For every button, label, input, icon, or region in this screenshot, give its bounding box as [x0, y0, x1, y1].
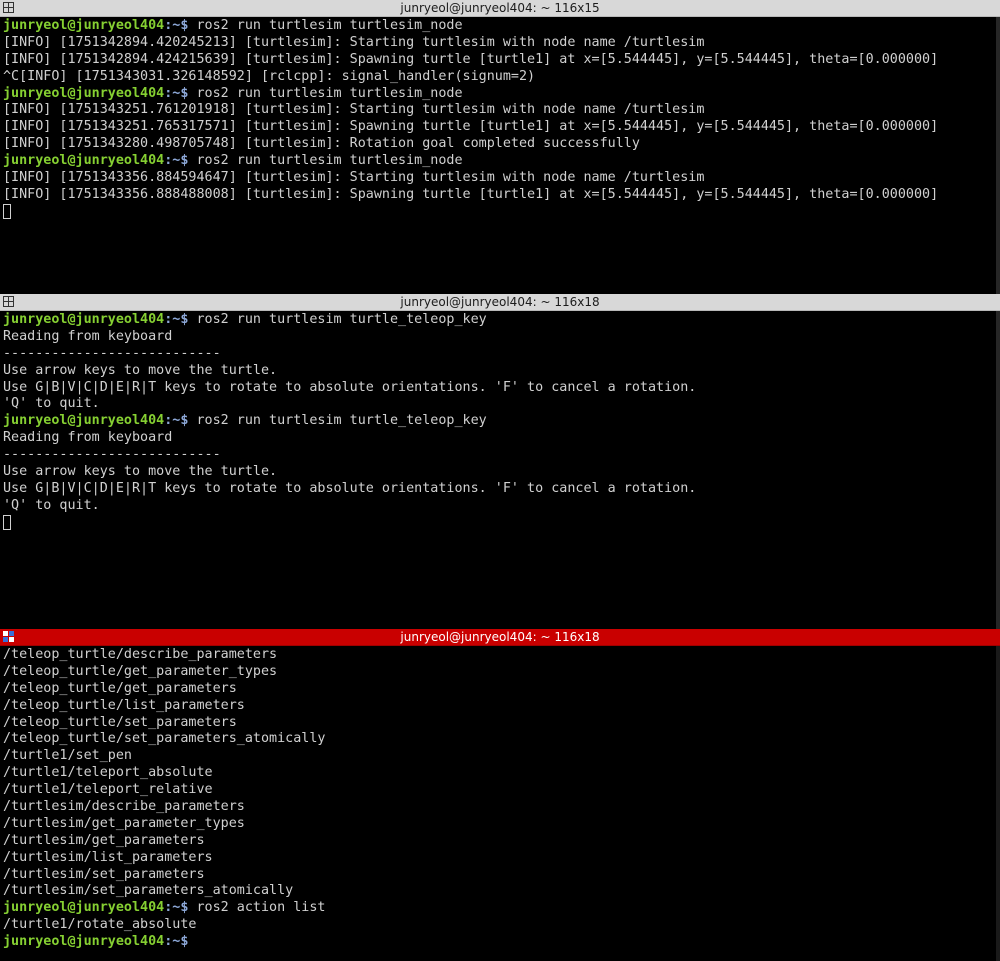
terminal-pane-bottom-active[interactable]: junryeol@junryeol404: ~ 116x18 /teleop_t…: [0, 629, 1000, 961]
output-line: 'Q' to quit.: [3, 396, 100, 412]
command-text: ros2 run turtlesim turtle_teleop_key: [188, 413, 487, 429]
terminal-cursor-line: [3, 514, 1000, 532]
terminal-output[interactable]: junryeol@junryeol404:~$ ros2 run turtles…: [0, 17, 1000, 221]
output-line: /turtle1/teleport_relative: [3, 782, 213, 798]
command-line: junryeol@junryeol404:~$ ros2 run turtles…: [3, 18, 1000, 35]
output-line: /turtlesim/describe_parameters: [3, 799, 245, 815]
output-line: ---------------------------: [3, 447, 221, 463]
output-line: Use arrow keys to move the turtle.: [3, 464, 278, 480]
output-line: /turtle1/teleport_absolute: [3, 765, 213, 781]
command-text: ros2 run turtlesim turtlesim_node: [188, 153, 463, 169]
output-line: /teleop_turtle/describe_parameters: [3, 647, 278, 662]
output-line: /turtle1/set_pen: [3, 748, 132, 764]
terminal-pane-middle[interactable]: junryeol@junryeol404: ~ 116x18 junryeol@…: [0, 294, 1000, 629]
prompt-user: junryeol@junryeol404: [3, 900, 165, 916]
command-line: junryeol@junryeol404:~$ ros2 run turtles…: [3, 86, 1000, 103]
output-line: /teleop_turtle/get_parameter_types: [3, 663, 278, 679]
prompt-user: junryeol@junryeol404: [3, 312, 165, 327]
output-line: ---------------------------: [3, 345, 221, 361]
output-line: Reading from keyboard: [3, 430, 173, 446]
output-line: [INFO] [1751343280.498705748] [turtlesim…: [3, 136, 640, 152]
prompt-path: :~$: [164, 18, 189, 33]
command-text: ros2 run turtlesim turtlesim_node: [188, 85, 463, 101]
prompt-path: :~$: [164, 312, 189, 327]
pane-titlebar[interactable]: junryeol@junryeol404: ~ 116x15: [0, 0, 1000, 17]
output-line: [INFO] [1751343251.761201918] [turtlesim…: [3, 102, 705, 118]
command-line: junryeol@junryeol404:~$ ros2 action list: [3, 900, 1000, 917]
text-cursor: [3, 514, 11, 530]
prompt-user: junryeol@junryeol404: [3, 85, 165, 101]
output-line: 'Q' to quit.: [3, 497, 100, 513]
terminal-cursor-line: [3, 203, 1000, 221]
prompt-user: junryeol@junryeol404: [3, 18, 165, 33]
prompt-path: :~$: [164, 85, 189, 101]
pane-title: junryeol@junryeol404: ~ 116x18: [400, 630, 600, 644]
command-text: ros2 run turtlesim turtlesim_node: [188, 18, 463, 33]
command-text: ros2 action list: [188, 900, 326, 916]
scrollbar[interactable]: [996, 646, 1000, 961]
output-line: [INFO] [1751343356.888488008] [turtlesim…: [3, 186, 939, 202]
output-line: /teleop_turtle/set_parameters: [3, 714, 237, 730]
pane-title: junryeol@junryeol404: ~ 116x15: [400, 1, 600, 15]
output-line: /teleop_turtle/get_parameters: [3, 680, 237, 696]
output-line: /teleop_turtle/set_parameters_atomically: [3, 731, 326, 747]
output-line: Use G|B|V|C|D|E|R|T keys to rotate to ab…: [3, 379, 697, 395]
split-pane-icon[interactable]: [3, 2, 14, 13]
scrollbar[interactable]: [996, 311, 1000, 629]
pane-titlebar-active[interactable]: junryeol@junryeol404: ~ 116x18: [0, 629, 1000, 646]
prompt-user: junryeol@junryeol404: [3, 413, 165, 429]
output-line: [INFO] [1751342894.420245213] [turtlesim…: [3, 34, 705, 50]
output-line: ^C[INFO] [1751343031.326148592] [rclcpp]…: [3, 68, 536, 84]
command-line: junryeol@junryeol404:~$: [3, 934, 1000, 951]
terminal-output[interactable]: junryeol@junryeol404:~$ ros2 run turtles…: [0, 311, 1000, 532]
output-line: Use G|B|V|C|D|E|R|T keys to rotate to ab…: [3, 480, 697, 496]
command-line: junryeol@junryeol404:~$ ros2 run turtles…: [3, 153, 1000, 170]
output-line: /turtlesim/list_parameters: [3, 849, 213, 865]
command-text: ros2 run turtlesim turtle_teleop_key: [188, 312, 487, 327]
output-line: /turtlesim/set_parameters: [3, 866, 205, 882]
output-line: Use arrow keys to move the turtle.: [3, 362, 278, 378]
output-line: /turtlesim/set_parameters_atomically: [3, 883, 294, 899]
command-line: junryeol@junryeol404:~$ ros2 run turtles…: [3, 413, 1000, 430]
scrollbar[interactable]: [996, 17, 1000, 294]
terminal-pane-top[interactable]: junryeol@junryeol404: ~ 116x15 junryeol@…: [0, 0, 1000, 294]
split-pane-active-icon[interactable]: [3, 631, 14, 642]
prompt-user: junryeol@junryeol404: [3, 934, 165, 950]
prompt-path: :~$: [164, 900, 189, 916]
output-line: [INFO] [1751343356.884594647] [turtlesim…: [3, 170, 705, 186]
pane-titlebar[interactable]: junryeol@junryeol404: ~ 116x18: [0, 294, 1000, 311]
prompt-user: junryeol@junryeol404: [3, 153, 165, 169]
output-line: [INFO] [1751342894.424215639] [turtlesim…: [3, 51, 939, 67]
output-line: /turtlesim/get_parameters: [3, 832, 205, 848]
prompt-path: :~$: [164, 153, 189, 169]
prompt-path: :~$: [164, 413, 189, 429]
output-line: /turtle1/rotate_absolute: [3, 917, 197, 933]
output-line: Reading from keyboard: [3, 328, 173, 344]
output-line: /teleop_turtle/list_parameters: [3, 697, 245, 713]
output-line: [INFO] [1751343251.765317571] [turtlesim…: [3, 119, 939, 135]
split-pane-icon[interactable]: [3, 296, 14, 307]
command-line: junryeol@junryeol404:~$ ros2 run turtles…: [3, 312, 1000, 329]
pane-title: junryeol@junryeol404: ~ 116x18: [400, 295, 600, 309]
output-line: /turtlesim/get_parameter_types: [3, 815, 245, 831]
text-cursor: [3, 203, 11, 219]
prompt-path: :~$: [164, 934, 189, 950]
terminal-output[interactable]: /teleop_turtle/describe_parameters/teleo…: [0, 646, 1000, 951]
